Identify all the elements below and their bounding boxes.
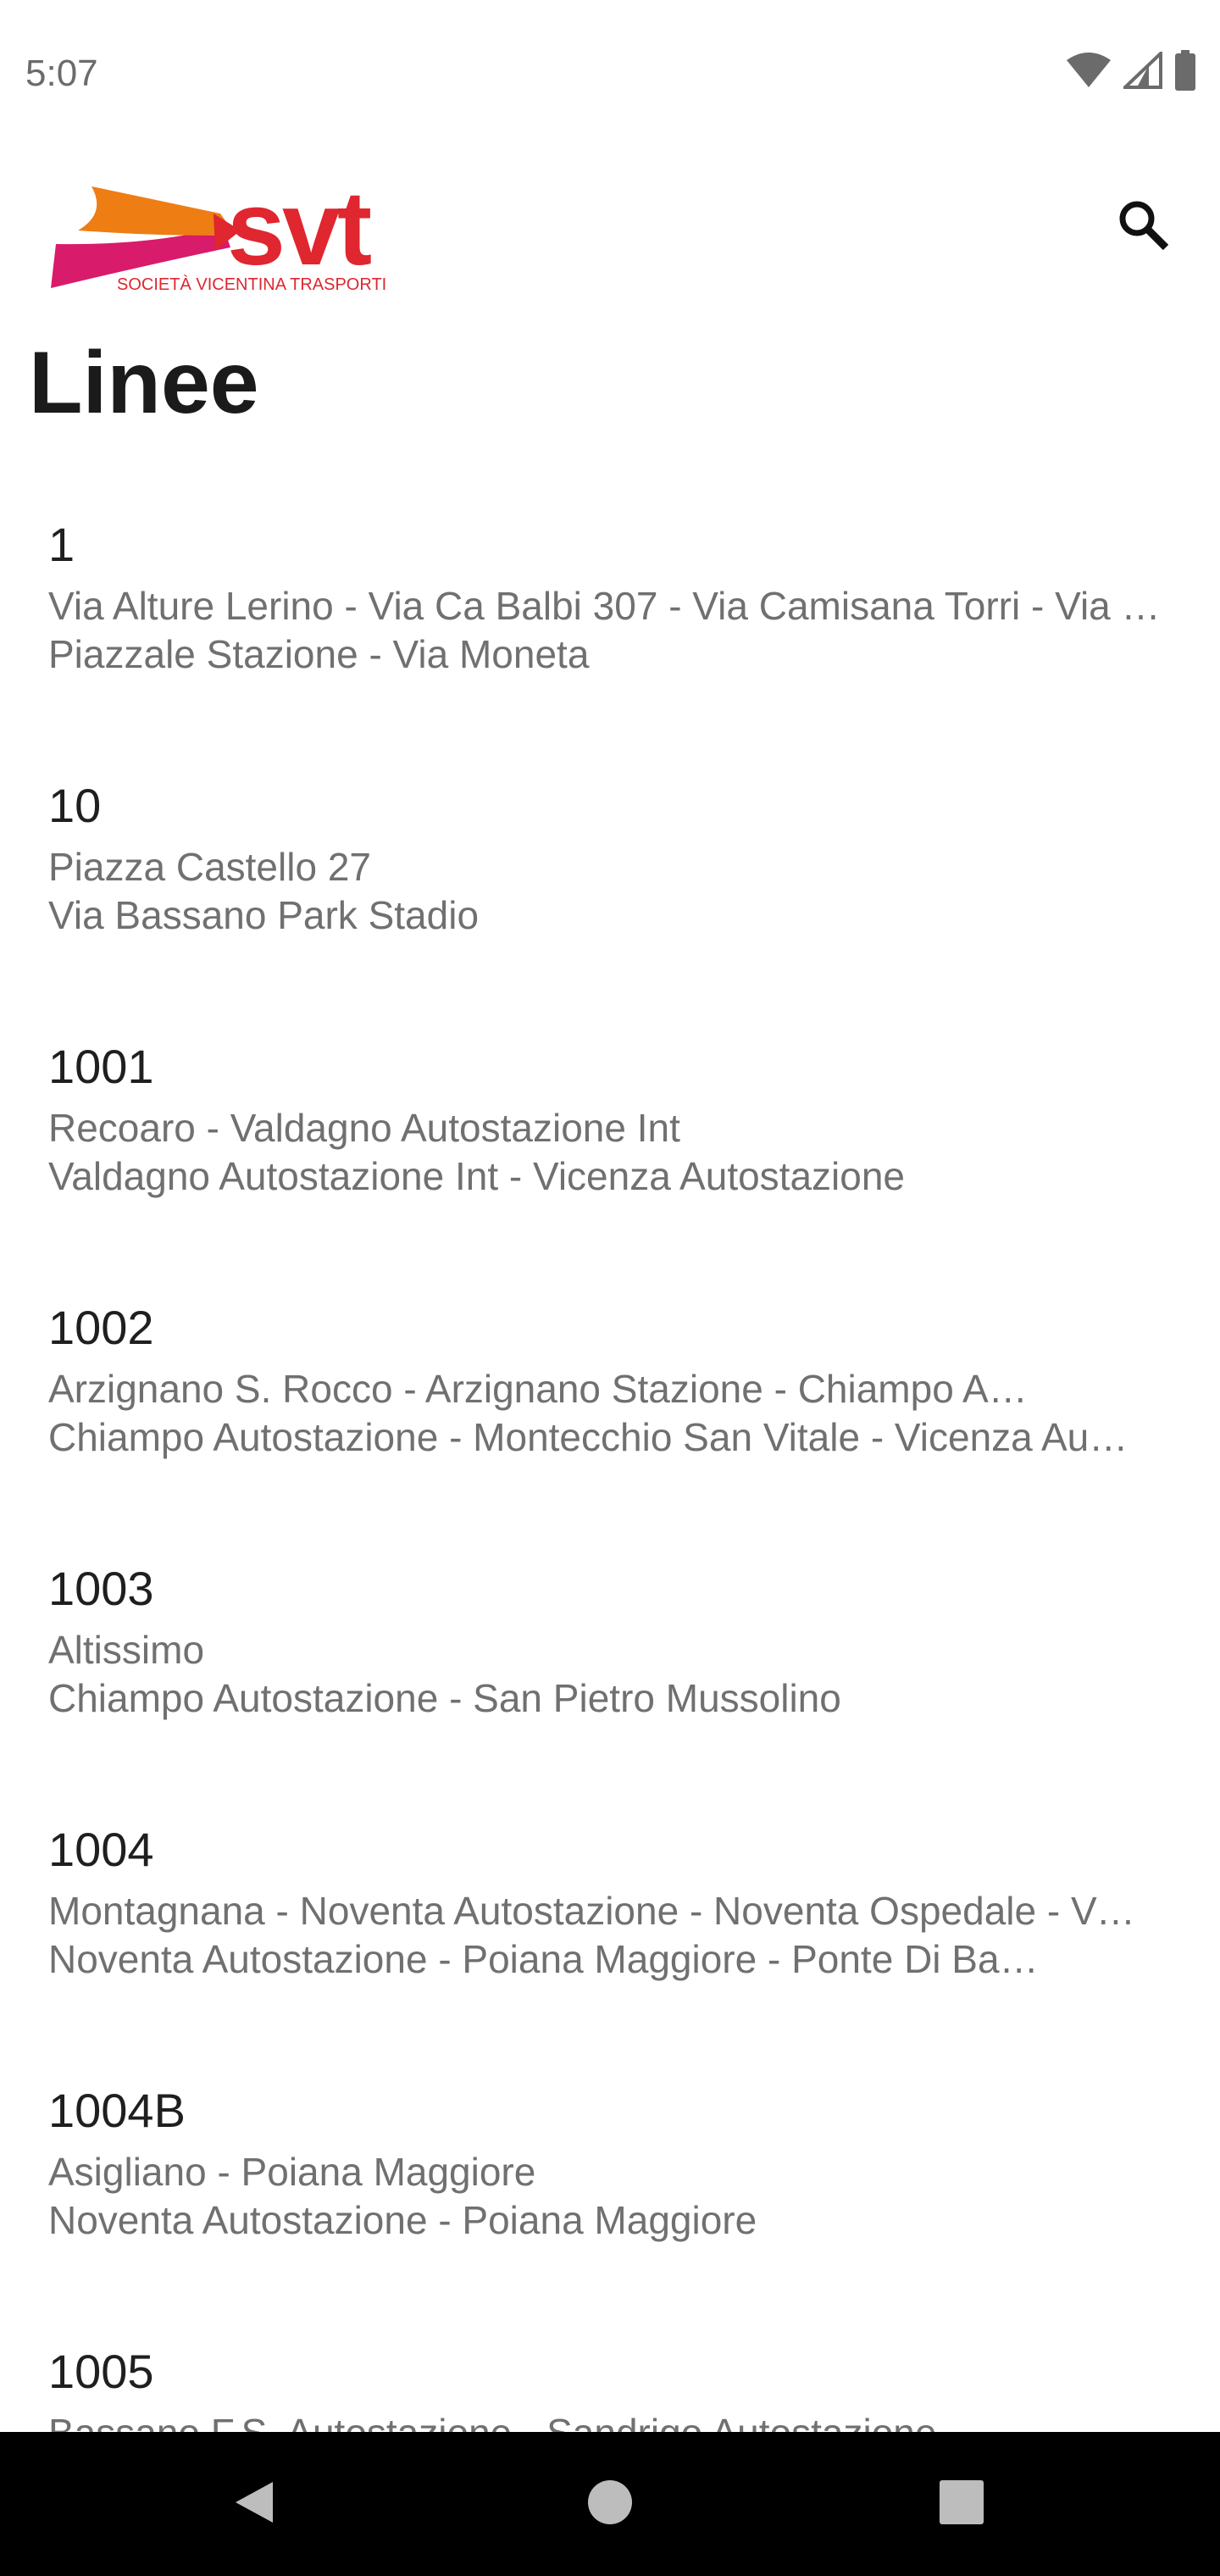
page-title: Linee — [29, 334, 259, 432]
line-route-return: Noventa Autostazione - Poiana Maggiore — [48, 2198, 757, 2242]
line-item[interactable]: 1004 Montagnana - Noventa Autostazione -… — [0, 1779, 1220, 2040]
line-number: 1005 — [48, 2345, 154, 2398]
status-bar: 5:07 — [0, 0, 1220, 144]
line-route-return: Piazzale Stazione - Via Moneta — [48, 632, 590, 676]
line-route-outbound: Asigliano - Poiana Maggiore — [48, 2150, 536, 2194]
line-number: 1002 — [48, 1301, 154, 1354]
navigation-bar — [0, 2432, 1220, 2576]
status-icons — [1066, 48, 1196, 95]
line-route-return: Via Bassano Park Stadio — [48, 893, 480, 937]
wifi-icon — [1066, 52, 1112, 93]
search-button[interactable] — [1110, 193, 1178, 261]
line-route-outbound: Recoaro - Valdagno Autostazione Int — [48, 1106, 680, 1150]
svg-text:svt: svt — [227, 170, 371, 287]
line-item[interactable]: 1004B Asigliano - Poiana Maggiore Novent… — [0, 2040, 1220, 2301]
recents-icon — [936, 2477, 987, 2532]
status-time: 5:07 — [25, 53, 98, 94]
line-route-return: Chiampo Autostazione - Montecchio San Vi… — [48, 1415, 1133, 1459]
logo-subtitle: SOCIETÀ VICENTINA TRASPORTI — [117, 275, 386, 294]
line-item[interactable]: 10 Piazza Castello 27 Via Bassano Park S… — [0, 736, 1220, 997]
line-route-outbound: Montagnana - Noventa Autostazione - Nove… — [48, 1889, 1141, 1933]
line-route-outbound: Via Alture Lerino - Via Ca Balbi 307 - V… — [48, 584, 1167, 628]
recents-button[interactable] — [923, 2466, 1000, 2542]
svt-logo: svt SOCIETÀ VICENTINA TRASPORTI — [47, 169, 420, 297]
line-number: 10 — [48, 779, 102, 832]
line-number: 1 — [48, 518, 75, 571]
line-route-return: Chiampo Autostazione - San Pietro Mussol… — [48, 1676, 841, 1720]
line-item[interactable]: 1001 Recoaro - Valdagno Autostazione Int… — [0, 997, 1220, 1257]
line-number: 1003 — [48, 1562, 154, 1615]
home-button[interactable] — [572, 2466, 648, 2542]
line-route-outbound: Arzignano S. Rocco - Arzignano Stazione … — [48, 1367, 1048, 1411]
battery-icon — [1174, 49, 1196, 95]
home-icon — [585, 2477, 635, 2532]
line-number: 1001 — [48, 1040, 154, 1093]
line-route-return: Noventa Autostazione - Poiana Maggiore -… — [48, 1937, 1040, 1981]
line-route-outbound: Piazza Castello 27 — [48, 845, 371, 889]
line-route-outbound: Bassano F.S. Autostazione - Sandrigo Aut… — [48, 2410, 1167, 2432]
line-item[interactable]: 1 Via Alture Lerino - Via Ca Balbi 307 -… — [0, 475, 1220, 736]
cell-signal-icon — [1121, 48, 1162, 93]
line-route-return: Valdagno Autostazione Int - Vicenza Auto… — [48, 1154, 906, 1198]
line-number: 1004 — [48, 1823, 154, 1876]
search-icon — [1117, 198, 1171, 257]
line-route-outbound: Altissimo — [48, 1628, 205, 1672]
lines-list[interactable]: 1 Via Alture Lerino - Via Ca Balbi 307 -… — [0, 475, 1220, 2432]
line-item[interactable]: 1005 Bassano F.S. Autostazione - Sandrig… — [0, 2301, 1220, 2432]
app-header: svt SOCIETÀ VICENTINA TRASPORTI — [0, 161, 1220, 297]
back-icon — [229, 2477, 280, 2532]
line-number: 1004B — [48, 2084, 186, 2137]
line-item[interactable]: 1002 Arzignano S. Rocco - Arzignano Staz… — [0, 1257, 1220, 1518]
line-item[interactable]: 1003 Altissimo Chiampo Autostazione - Sa… — [0, 1518, 1220, 1779]
back-button[interactable] — [216, 2466, 292, 2542]
